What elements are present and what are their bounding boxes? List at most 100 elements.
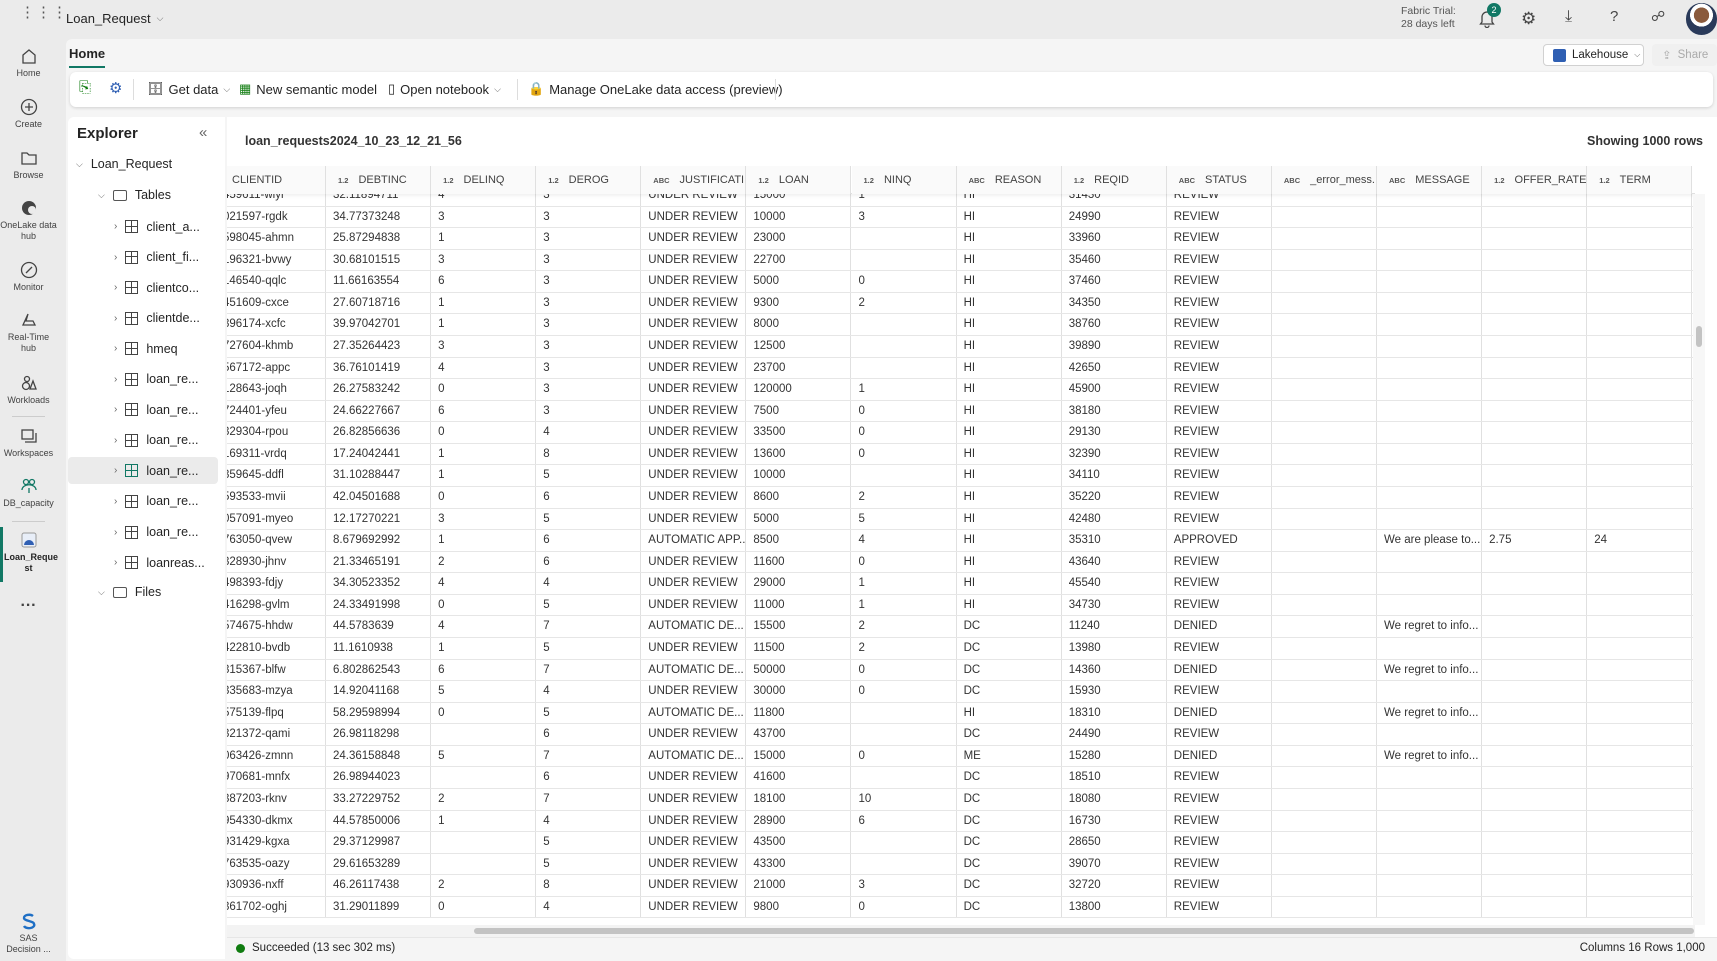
rail-item-create[interactable]: Create <box>0 98 57 130</box>
table-cell[interactable] <box>1482 379 1588 400</box>
manage-onelake-access-button[interactable]: 🔒 Manage OneLake data access (preview) <box>528 81 783 97</box>
table-cell[interactable]: 45540 <box>1062 573 1167 594</box>
table-cell[interactable]: 0 <box>431 594 537 616</box>
table-cell[interactable] <box>1482 551 1588 573</box>
table-cell[interactable]: 5 <box>536 853 642 875</box>
table-cell[interactable] <box>1377 875 1483 896</box>
vertical-scrollbar-thumb[interactable] <box>1696 326 1702 347</box>
table-cell[interactable]: We regret to info... <box>1377 702 1483 724</box>
column-header[interactable]: 1.2 NINQ <box>851 166 957 194</box>
more-icon[interactable]: ··· <box>0 598 57 614</box>
table-cell[interactable]: 11600 <box>746 551 852 573</box>
table-cell[interactable]: 931429-kgxa <box>227 832 326 853</box>
table-cell[interactable] <box>1587 853 1693 875</box>
table-cell[interactable] <box>1377 228 1483 249</box>
table-cell[interactable]: 6 <box>536 724 642 745</box>
table-cell[interactable] <box>1587 465 1693 486</box>
table-cell[interactable]: DC <box>957 681 1062 702</box>
table-cell[interactable]: 2 <box>852 292 957 314</box>
table-cell[interactable]: 1 <box>431 314 537 335</box>
table-cell[interactable]: 4 <box>536 896 642 918</box>
table-cell[interactable]: 727604-khmb <box>227 335 326 357</box>
table-cell[interactable]: We regret to info... <box>1377 659 1483 681</box>
table-cell[interactable] <box>1587 875 1693 896</box>
table-cell[interactable]: REVIEW <box>1167 194 1272 206</box>
table-cell[interactable]: UNDER REVIEW <box>641 314 747 335</box>
table-cell[interactable]: 24990 <box>1062 206 1167 228</box>
table-cell[interactable] <box>1272 379 1377 400</box>
table-cell[interactable] <box>1377 551 1483 573</box>
table-cell[interactable]: APPROVED <box>1167 530 1272 551</box>
table-cell[interactable] <box>1377 194 1483 206</box>
table-cell[interactable] <box>1587 681 1693 702</box>
table-cell[interactable] <box>852 249 957 271</box>
table-cell[interactable]: HI <box>957 551 1062 573</box>
table-cell[interactable]: 36.76101419 <box>326 357 432 379</box>
table-cell[interactable] <box>852 314 957 335</box>
table-cell[interactable]: 0 <box>431 702 537 724</box>
table-cell[interactable] <box>1587 400 1693 422</box>
table-cell[interactable]: 11.66163554 <box>326 271 432 292</box>
table-cell[interactable]: UNDER REVIEW <box>641 486 747 508</box>
table-cell[interactable] <box>1587 551 1693 573</box>
table-cell[interactable]: UNDER REVIEW <box>641 206 747 228</box>
table-cell[interactable]: 724401-yfeu <box>227 400 326 422</box>
table-cell[interactable]: 8 <box>536 875 642 896</box>
table-cell[interactable]: 18100 <box>746 788 852 810</box>
table-cell[interactable] <box>1272 228 1377 249</box>
table-cell[interactable]: 9800 <box>746 896 852 918</box>
table-cell[interactable]: UNDER REVIEW <box>641 400 747 422</box>
tree-item-table[interactable]: › client_fi... <box>68 244 218 271</box>
table-cell[interactable]: 328930-jhnv <box>227 551 326 573</box>
table-cell[interactable]: 50000 <box>746 659 852 681</box>
table-cell[interactable]: 17.24042441 <box>326 443 432 465</box>
table-cell[interactable] <box>1482 594 1588 616</box>
table-cell[interactable]: HI <box>957 249 1062 271</box>
table-cell[interactable] <box>1587 745 1693 767</box>
tree-item-tables[interactable]: ⌵ Tables <box>98 188 171 202</box>
table-cell[interactable]: DENIED <box>1167 702 1272 724</box>
table-cell[interactable] <box>1587 335 1693 357</box>
table-cell[interactable]: REVIEW <box>1167 810 1272 832</box>
table-cell[interactable]: 16730 <box>1062 810 1167 832</box>
rail-item-onelake[interactable]: OneLake data hub <box>0 199 57 242</box>
table-cell[interactable]: 42.04501688 <box>326 486 432 508</box>
table-cell[interactable]: REVIEW <box>1167 465 1272 486</box>
table-cell[interactable] <box>1482 486 1588 508</box>
table-cell[interactable] <box>1587 249 1693 271</box>
table-cell[interactable]: UNDER REVIEW <box>641 594 747 616</box>
table-cell[interactable]: REVIEW <box>1167 637 1272 659</box>
table-cell[interactable]: 0 <box>852 271 957 292</box>
table-cell[interactable]: 2 <box>852 616 957 637</box>
table-cell[interactable]: HI <box>957 400 1062 422</box>
table-cell[interactable]: REVIEW <box>1167 228 1272 249</box>
table-cell[interactable]: 057091-myeo <box>227 508 326 530</box>
table-cell[interactable] <box>1272 896 1377 918</box>
table-cell[interactable] <box>1587 357 1693 379</box>
help-icon[interactable]: ? <box>1610 8 1618 25</box>
table-cell[interactable]: 27.35264423 <box>326 335 432 357</box>
table-cell[interactable]: 359645-ddfl <box>227 465 326 486</box>
table-cell[interactable]: UNDER REVIEW <box>641 788 747 810</box>
table-cell[interactable] <box>1482 508 1588 530</box>
table-cell[interactable]: 1 <box>852 194 957 206</box>
table-cell[interactable]: 58.29598994 <box>326 702 432 724</box>
table-cell[interactable]: 128643-joqh <box>227 379 326 400</box>
table-cell[interactable] <box>1482 702 1588 724</box>
table-cell[interactable]: DENIED <box>1167 616 1272 637</box>
table-cell[interactable]: 574675-hhdw <box>227 616 326 637</box>
table-cell[interactable]: 387203-rknv <box>227 788 326 810</box>
table-cell[interactable]: DC <box>957 810 1062 832</box>
table-cell[interactable]: 169311-vrdq <box>227 443 326 465</box>
table-cell[interactable]: 021597-rgdk <box>227 206 326 228</box>
table-cell[interactable]: 39890 <box>1062 335 1167 357</box>
table-cell[interactable]: 4 <box>536 573 642 594</box>
table-cell[interactable]: 4 <box>536 681 642 702</box>
table-cell[interactable]: 33960 <box>1062 228 1167 249</box>
table-cell[interactable]: HI <box>957 422 1062 443</box>
table-cell[interactable]: 29.61653289 <box>326 853 432 875</box>
table-cell[interactable]: We regret to info... <box>1377 745 1483 767</box>
table-cell[interactable] <box>1377 767 1483 788</box>
table-cell[interactable]: 23700 <box>746 357 852 379</box>
tree-item-files[interactable]: ⌵ Files <box>98 585 161 599</box>
